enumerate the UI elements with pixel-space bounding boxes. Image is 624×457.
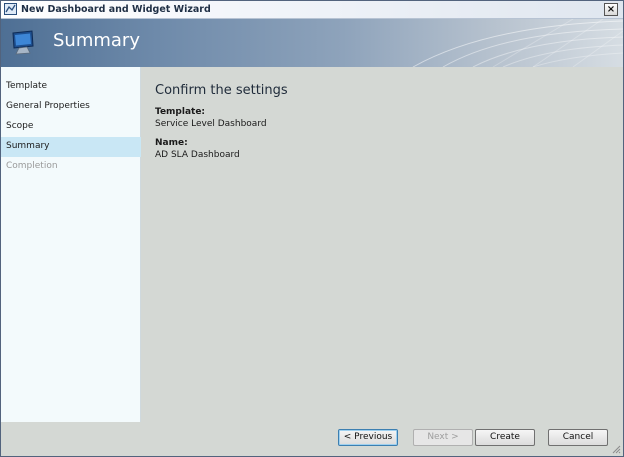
window-title: New Dashboard and Widget Wizard	[21, 4, 211, 15]
sidebar-item-scope[interactable]: Scope	[1, 117, 141, 137]
sidebar-item-label: Summary	[6, 141, 50, 151]
wizard-window: New Dashboard and Widget Wizard × Summar…	[0, 0, 624, 457]
summary-panel: Confirm the settings Template: Service L…	[142, 67, 623, 422]
wizard-banner: Summary	[1, 19, 623, 67]
wizard-steps-sidebar: Template General Properties Scope Summar…	[1, 67, 141, 422]
name-value: AD SLA Dashboard	[155, 150, 240, 160]
sidebar-item-label: Template	[6, 81, 48, 91]
title-bar[interactable]: New Dashboard and Widget Wizard ×	[1, 1, 623, 19]
sidebar-item-template[interactable]: Template	[1, 77, 141, 97]
sidebar-item-label: Scope	[6, 121, 34, 131]
wizard-app-icon	[4, 3, 17, 15]
page-heading: Confirm the settings	[155, 83, 288, 98]
banner-title: Summary	[53, 30, 140, 51]
sidebar-item-general-properties[interactable]: General Properties	[1, 97, 141, 117]
name-label: Name:	[155, 138, 188, 148]
close-icon: ×	[606, 4, 616, 15]
sidebar-item-completion: Completion	[1, 157, 141, 177]
close-button[interactable]: ×	[604, 3, 618, 16]
resize-grip-icon[interactable]	[612, 445, 621, 454]
sidebar-item-summary[interactable]: Summary	[1, 137, 141, 157]
monitor-icon	[12, 30, 34, 55]
sidebar-item-label: General Properties	[6, 101, 90, 111]
next-button: Next >	[413, 429, 473, 446]
create-button[interactable]: Create	[475, 429, 535, 446]
template-label: Template:	[155, 107, 206, 117]
sidebar-item-label: Completion	[6, 161, 58, 171]
template-value: Service Level Dashboard	[155, 119, 267, 129]
previous-button[interactable]: < Previous	[338, 429, 398, 446]
cancel-button[interactable]: Cancel	[548, 429, 608, 446]
banner-wave-decoration	[412, 19, 623, 67]
